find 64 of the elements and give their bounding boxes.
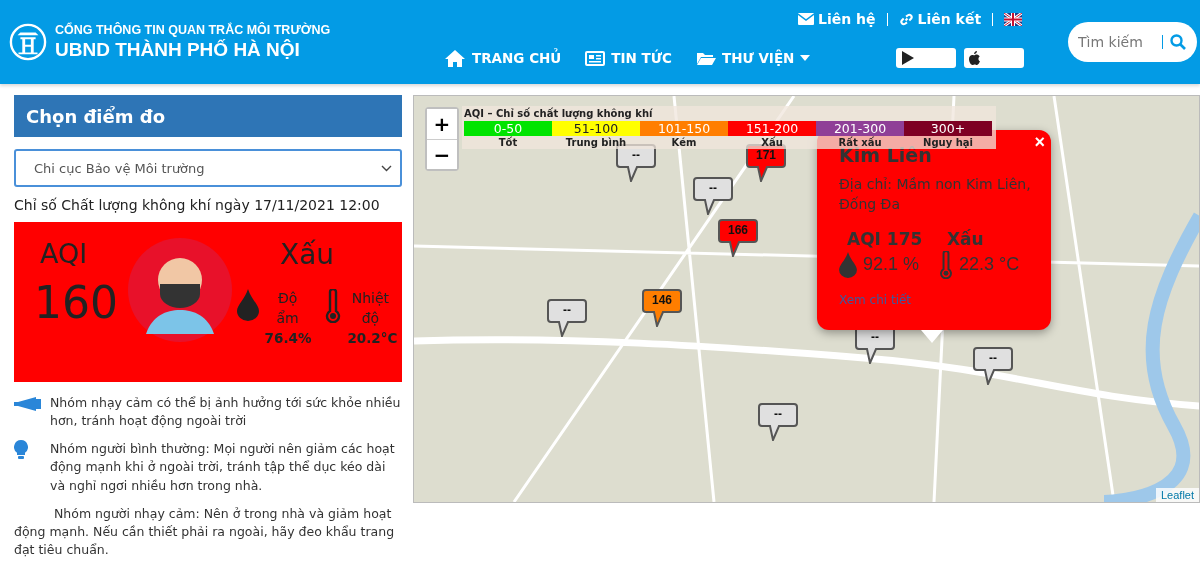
- house-icon: [444, 49, 466, 67]
- legend-swatch: 300+: [904, 121, 992, 136]
- legend-label: Kém: [670, 136, 698, 149]
- chain-link-icon: [898, 11, 914, 27]
- light-bulb-icon: [14, 440, 28, 461]
- temperature-label: Nhiệt độ: [350, 289, 391, 328]
- station-marker[interactable]: --: [547, 299, 587, 337]
- portal-title: UBND THÀNH PHỐ HÀ NỘI: [55, 39, 301, 61]
- attribution-link[interactable]: Leaflet: [1155, 488, 1199, 502]
- station-marker[interactable]: --: [973, 347, 1013, 385]
- popup-humidity: 92.1 %: [863, 254, 920, 276]
- envelope-icon: [798, 13, 814, 25]
- station-marker[interactable]: --: [758, 403, 798, 441]
- app-store-badge[interactable]: [964, 48, 1025, 68]
- date-line: Chỉ số Chất lượng không khí ngày 17/11/2021 12:00: [14, 197, 381, 213]
- humidity-label: Độ ẩm: [275, 289, 300, 328]
- aqi-status: Xấu: [279, 238, 335, 271]
- legend-swatch: 51-100: [552, 121, 640, 136]
- popup-aqi: AQI 175: [846, 228, 924, 249]
- megaphone-icon: [14, 397, 42, 411]
- legend-label: Nguy hại: [923, 136, 974, 148]
- legend-swatch: 101-150: [640, 121, 728, 136]
- temperature-value: 20.2°C: [347, 330, 398, 347]
- legend-swatch: 0-50: [464, 121, 552, 136]
- search-icon[interactable]: [1170, 34, 1186, 50]
- water-drop-icon: [236, 289, 259, 321]
- legend-label: Rất xấu: [837, 136, 883, 148]
- popup-pointer: [921, 330, 943, 343]
- legend-label: Tốt: [497, 136, 519, 149]
- search-field[interactable]: Tìm kiếm: [1068, 22, 1197, 62]
- map-view[interactable]: [413, 95, 1200, 503]
- legend-swatch: 151-200: [728, 121, 816, 136]
- apple-icon: [969, 51, 982, 65]
- advice-text: Nhóm người nhạy cảm: Nên ở trong nhà và giảm hoạt động mạnh. Nếu cần thiết phải ra ngoài, hãy đeo khẩu trang đạt tiêu chuẩn.: [14, 504, 396, 559]
- legend-swatch: 201-300: [816, 121, 904, 136]
- avatar-silhouette-icon: [128, 238, 232, 342]
- advice-text: Nhóm nhạy cảm có thể bị ảnh hưởng tới sức khỏe nhiều hơn, tránh hoạt động ngoài trời: [50, 394, 402, 431]
- popup-status: Xấu: [946, 228, 985, 249]
- humidity-value: 76.4%: [264, 330, 312, 347]
- station-marker[interactable]: 146: [642, 289, 682, 327]
- newspaper-icon: [585, 50, 606, 66]
- advice-text: Nhóm người bình thường: Mọi người nên giảm các hoạt động mạnh khi ở ngoài trời, tránh tập thể dục kéo dài và nghỉ ngơi nhiều hơn trong nhà.: [50, 440, 396, 495]
- aqi-value: 160: [34, 277, 119, 328]
- water-drop-icon: [839, 251, 857, 278]
- popup-temperature: 22.3 °C: [959, 254, 1020, 276]
- section-heading: Chọn điểm đo: [14, 95, 402, 137]
- caret-icon: [800, 55, 811, 61]
- station-select[interactable]: Chi cục Bảo vệ Môi trường: [14, 149, 402, 187]
- station-marker[interactable]: --: [693, 177, 733, 215]
- aqi-label: AQI: [40, 238, 89, 269]
- thermometer-icon: [939, 250, 953, 279]
- legend-title: AQI – Chỉ số chất lượng không khí: [464, 108, 654, 119]
- close-button[interactable]: ×: [1034, 132, 1045, 153]
- uk-flag-icon[interactable]: [1004, 12, 1023, 26]
- station-marker[interactable]: 166: [718, 219, 758, 257]
- play-triangle-icon: [901, 51, 916, 65]
- chevron-down-icon: [381, 164, 392, 172]
- folder-icon: [695, 50, 716, 66]
- station-address: Địa chỉ: Mầm non Kim Liên, Đống Đa: [839, 175, 1031, 215]
- portal-subtitle: CỔNG THÔNG TIN QUAN TRẮC MÔI TRƯỜNG: [55, 23, 331, 37]
- google-play-badge[interactable]: [896, 48, 957, 68]
- pagoda-logo-icon[interactable]: [9, 23, 47, 61]
- thermometer-icon: [325, 289, 342, 323]
- zoom-out-button[interactable]: −: [427, 139, 457, 169]
